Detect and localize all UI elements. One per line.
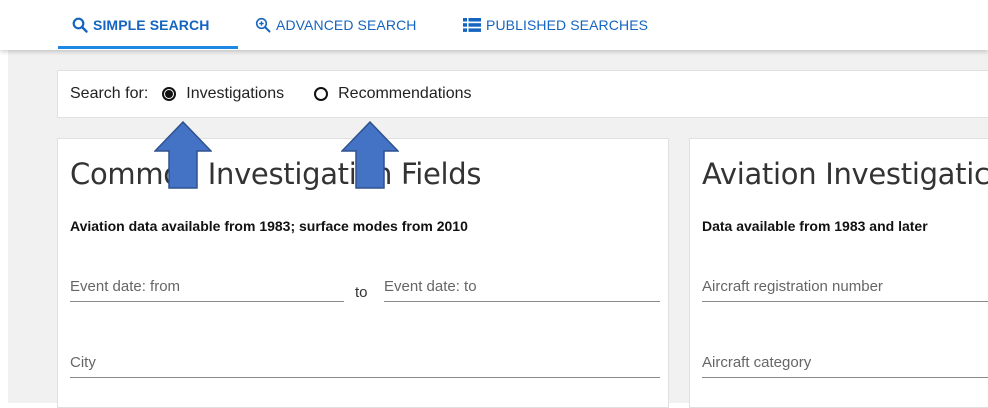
top-tab-bar: SIMPLE SEARCH ADVANCED SEARCH PUBLISHED … [0,0,988,50]
zoom-in-icon [255,17,271,33]
search-icon [72,17,88,33]
search-for-bar: Search for: Investigations Recommendatio… [57,70,988,118]
card-title: Aviation Investigatic [702,157,988,191]
up-arrow-annotation [341,121,399,189]
aircraft-category-placeholder: Aircraft category [702,354,812,371]
tab-simple-search[interactable]: SIMPLE SEARCH [72,0,209,50]
aircraft-registration-placeholder: Aircraft registration number [702,278,883,295]
radio-recommendations[interactable]: Recommendations [314,85,472,103]
city-placeholder: City [70,354,96,371]
card-title: Common Investigation Fields [70,157,482,191]
event-date-from-placeholder: Event date: from [70,278,181,295]
aviation-investigation-card: Aviation Investigatic Data available fro… [689,138,988,408]
tab-advanced-search[interactable]: ADVANCED SEARCH [255,0,417,50]
aircraft-category-field[interactable]: Aircraft category [702,350,988,378]
tab-label: ADVANCED SEARCH [276,17,417,33]
radio-unchecked-icon[interactable] [314,87,329,101]
event-date-to-placeholder: Event date: to [384,278,477,295]
list-icon [463,18,481,32]
radio-label-investigations: Investigations [186,85,285,102]
card-subtitle: Aviation data available from 1983; surfa… [70,218,468,234]
tab-label: SIMPLE SEARCH [93,17,210,33]
card-subtitle: Data available from 1983 and later [702,218,928,234]
tab-label: PUBLISHED SEARCHES [486,17,649,33]
event-date-to-field[interactable]: Event date: to [384,274,660,302]
radio-checked-icon[interactable] [162,87,177,101]
date-range-to-label: to [355,284,368,301]
active-tab-indicator [58,46,238,49]
event-date-from-field[interactable]: Event date: from [70,274,344,302]
radio-label-recommendations: Recommendations [338,85,472,102]
aircraft-registration-field[interactable]: Aircraft registration number [702,274,988,302]
radio-investigations[interactable]: Investigations [162,85,284,103]
city-field[interactable]: City [70,350,660,378]
tab-published-searches[interactable]: PUBLISHED SEARCHES [463,0,648,50]
up-arrow-annotation [154,121,212,189]
search-for-label: Search for: [70,85,149,102]
